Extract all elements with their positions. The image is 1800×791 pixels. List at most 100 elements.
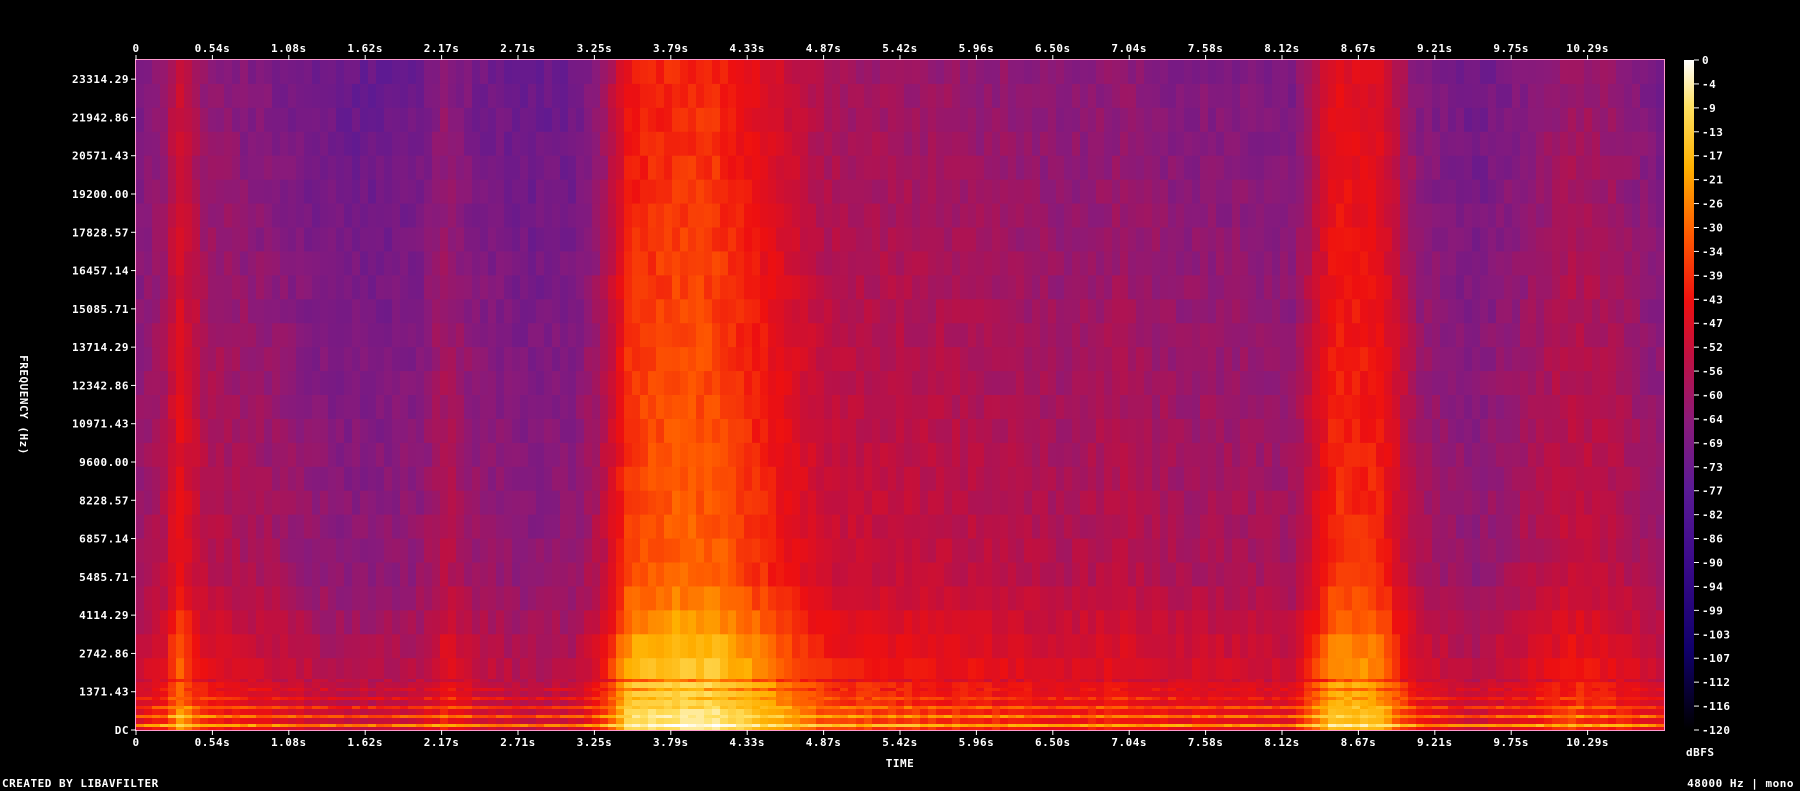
spectrogram-cell	[600, 562, 609, 588]
spectrogram-cell	[696, 371, 705, 396]
spectrogram-cell	[608, 466, 617, 492]
spectrogram-cell	[720, 418, 729, 444]
spectrogram-cell	[840, 179, 849, 205]
spectrogram-cell	[136, 323, 145, 348]
spectrogram-cell	[848, 634, 857, 659]
spectrogram-cell	[1168, 538, 1177, 564]
spectrogram-cell	[1328, 682, 1337, 707]
spectrogram-cell	[904, 562, 913, 588]
spectrogram-cell	[784, 466, 793, 492]
spectrogram-cell	[864, 299, 873, 324]
spectrogram-cell	[992, 395, 1001, 420]
spectrogram-cell	[360, 131, 369, 157]
spectrogram-cell	[1376, 442, 1385, 468]
spectrogram-cell	[960, 562, 969, 588]
spectrogram-cell	[1200, 179, 1209, 205]
spectrogram-cell	[1000, 179, 1009, 205]
spectrogram-cell	[1392, 251, 1401, 276]
spectrogram-cell	[1440, 179, 1449, 205]
spectrogram-cell	[368, 131, 377, 157]
spectrogram-cell	[192, 251, 201, 276]
spectrogram-cell	[1232, 514, 1241, 540]
spectrogram-cell	[1264, 418, 1273, 444]
spectrogram-cell	[1424, 514, 1433, 540]
spectrogram-cell	[640, 514, 649, 540]
spectrogram-cell	[488, 323, 497, 348]
spectrogram-cell	[912, 634, 921, 659]
spectrogram-cell	[488, 179, 497, 205]
spectrogram-cell	[1120, 418, 1129, 444]
spectrogram-cell	[1056, 514, 1065, 540]
spectrogram-cell	[528, 107, 537, 133]
spectrogram-cell	[1176, 60, 1185, 85]
spectrogram-cell	[1000, 203, 1009, 229]
spectrogram-cell	[760, 275, 769, 300]
spectrogram-cell	[1328, 131, 1337, 157]
spectrogram-cell	[464, 251, 473, 276]
spectrogram-cell	[312, 107, 321, 133]
spectrogram-cell	[1248, 418, 1257, 444]
spectrogram-cell	[176, 299, 185, 324]
spectrogram-cell	[1144, 299, 1153, 324]
spectrogram-cell	[184, 682, 193, 707]
spectrogram-cell	[944, 251, 953, 276]
spectrogram-cell	[1448, 682, 1457, 707]
spectrogram-cell	[1008, 155, 1017, 181]
spectrogram-cell	[1016, 395, 1025, 420]
spectrogram-cell	[1120, 251, 1129, 276]
spectrogram-cell	[648, 203, 657, 229]
spectrogram-cell	[1128, 251, 1137, 276]
spectrogram-cell	[512, 634, 521, 659]
spectrogram-cell	[1544, 203, 1553, 229]
spectrogram-cell	[880, 586, 889, 611]
spectrogram-cell	[1072, 227, 1081, 253]
spectrogram-cell	[1216, 60, 1225, 85]
spectrogram-cell	[1056, 155, 1065, 181]
spectrogram-cell	[960, 323, 969, 348]
spectrogram-cell	[360, 514, 369, 540]
spectrogram-cell	[704, 610, 713, 635]
spectrogram-cell	[968, 490, 977, 516]
spectrogram-cell	[1112, 395, 1121, 420]
spectrogram-cell	[264, 466, 273, 492]
spectrogram-cell	[408, 466, 417, 492]
spectrogram-cell	[264, 275, 273, 300]
spectrogram-cell	[1080, 395, 1089, 420]
spectrogram-cell	[1128, 371, 1137, 396]
spectrogram-cell	[856, 490, 865, 516]
spectrogram-cell	[1296, 275, 1305, 300]
spectrogram-cell	[1240, 371, 1249, 396]
spectrogram-cell	[784, 586, 793, 611]
spectrogram-cell	[576, 251, 585, 276]
spectrogram-cell	[1536, 251, 1545, 276]
spectrogram-cell	[1472, 371, 1481, 396]
spectrogram-cell	[888, 155, 897, 181]
spectrogram-cell	[1136, 610, 1145, 635]
spectrogram-cell	[1432, 442, 1441, 468]
spectrogram-cell	[1560, 179, 1569, 205]
spectrogram-cell	[536, 347, 545, 372]
spectrogram-cell	[976, 466, 985, 492]
spectrogram-cell	[1248, 83, 1257, 109]
spectrogram-cell	[1176, 418, 1185, 444]
spectrogram-cell	[1192, 395, 1201, 420]
spectrogram-cell	[520, 466, 529, 492]
spectrogram-cell	[160, 586, 169, 611]
spectrogram-cell	[1152, 107, 1161, 133]
spectrogram-cell	[336, 442, 345, 468]
spectrogram-cell	[568, 371, 577, 396]
spectrogram-cell	[600, 60, 609, 85]
spectrogram-cell	[792, 371, 801, 396]
spectrogram-cell	[1536, 538, 1545, 564]
spectrogram-cell	[1288, 514, 1297, 540]
spectrogram-cell	[272, 347, 281, 372]
spectrogram-cell	[1064, 418, 1073, 444]
spectrogram-cell	[1120, 347, 1129, 372]
spectrogram-cell	[552, 610, 561, 635]
spectrogram-cell	[808, 299, 817, 324]
spectrogram-cell	[1264, 131, 1273, 157]
spectrogram-cell	[952, 107, 961, 133]
spectrogram-cell	[808, 60, 817, 85]
spectrogram-cell	[144, 371, 153, 396]
spectrogram-cell	[760, 347, 769, 372]
